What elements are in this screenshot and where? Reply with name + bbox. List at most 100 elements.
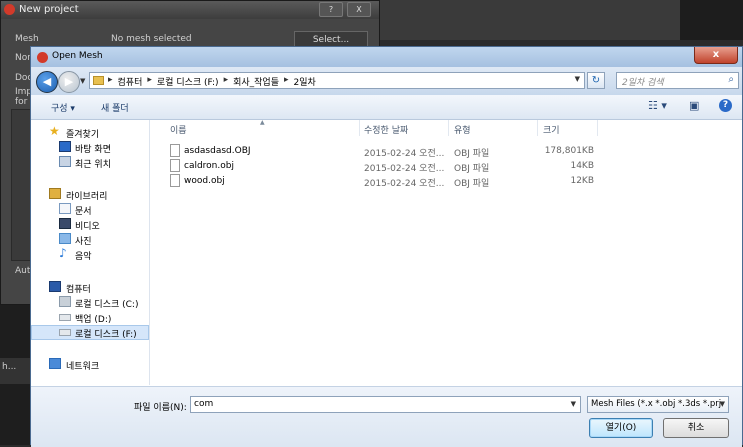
preview-pane-icon[interactable]: ▣ xyxy=(689,99,699,112)
open-mesh-dialog: Open Mesh x ◀ ▶ ▼ ▸ 컴퓨터 ▸ 로컬 디스크 (F:) ▸ … xyxy=(30,46,743,447)
nav-item-favorites[interactable]: ★ 즐겨찾기 xyxy=(31,124,149,140)
mesh-label: Mesh xyxy=(15,34,39,44)
breadcrumb-day2[interactable]: 2일차 xyxy=(294,75,316,88)
breadcrumb-computer[interactable]: 컴퓨터 xyxy=(118,75,143,88)
column-divider[interactable] xyxy=(359,120,360,136)
file-icon xyxy=(170,174,180,187)
column-divider[interactable] xyxy=(597,120,598,136)
column-header-type[interactable]: 유형 xyxy=(454,123,471,136)
file-name: wood.obj xyxy=(184,176,225,186)
view-options-icon[interactable]: ☷ ▾ xyxy=(648,99,667,112)
toolbar: 구성 ▾ 새 폴더 ☷ ▾ ▣ ? xyxy=(31,95,742,120)
organize-menu[interactable]: 구성 ▾ xyxy=(51,101,75,114)
file-row[interactable]: caldron.obj 2015-02-24 오전... OBJ 파일 14KB xyxy=(170,159,610,174)
nav-item-recent-places[interactable]: 최근 위치 xyxy=(31,155,149,170)
cancel-button[interactable]: 취소 xyxy=(663,418,729,438)
nav-label: 사진 xyxy=(75,237,92,247)
nav-label: 라이브러리 xyxy=(66,192,108,202)
nav-item-desktop[interactable]: 바탕 화면 xyxy=(31,140,149,155)
file-size: 12KB xyxy=(570,176,594,186)
nav-label: 즐겨찾기 xyxy=(66,130,100,140)
no-mesh-text: No mesh selected xyxy=(111,34,192,44)
nav-label: 바탕 화면 xyxy=(75,145,111,155)
new-folder-button[interactable]: 새 폴더 xyxy=(101,101,129,114)
forward-arrow-icon[interactable]: ▶ xyxy=(58,71,80,93)
help-button[interactable]: ? xyxy=(319,2,343,17)
nav-item-network[interactable]: 네트워크 xyxy=(31,357,149,372)
breadcrumb-separator[interactable]: ▸ xyxy=(147,75,152,88)
nav-label: 컴퓨터 xyxy=(66,285,91,295)
address-bar[interactable]: ▸ 컴퓨터 ▸ 로컬 디스크 (F:) ▸ 회사_작업들 ▸ 2일차 ▼ xyxy=(89,72,585,89)
breadcrumb-company-work[interactable]: 회사_작업들 xyxy=(233,75,279,88)
recent-pages-dropdown-icon[interactable]: ▼ xyxy=(80,77,85,85)
breadcrumb-separator[interactable]: ▸ xyxy=(284,75,289,88)
column-header-date[interactable]: 수정한 날짜 xyxy=(364,123,408,136)
file-type-filter-value: Mesh Files (*.x *.obj *.3ds *.prj xyxy=(591,399,722,409)
address-bar-row: ◀ ▶ ▼ ▸ 컴퓨터 ▸ 로컬 디스크 (F:) ▸ 회사_작업들 ▸ 2일차… xyxy=(31,67,742,95)
nav-item-documents[interactable]: 문서 xyxy=(31,202,149,217)
navigation-pane: ★ 즐겨찾기 바탕 화면 최근 위치 라이브러리 문서 비디오 사진 ♪ 음악 … xyxy=(31,120,150,385)
app-logo-icon xyxy=(4,4,15,15)
background-panel-top xyxy=(380,0,680,40)
pictures-icon xyxy=(59,233,71,244)
nav-item-videos[interactable]: 비디오 xyxy=(31,217,149,232)
nav-item-libraries[interactable]: 라이브러리 xyxy=(31,187,149,202)
file-date: 2015-02-24 오전... xyxy=(364,164,445,174)
breadcrumb-separator[interactable]: ▸ xyxy=(224,75,229,88)
column-divider[interactable] xyxy=(537,120,538,136)
file-row[interactable]: wood.obj 2015-02-24 오전... OBJ 파일 12KB xyxy=(170,174,610,189)
file-row[interactable]: asdasdasd.OBJ 2015-02-24 오전... OBJ 파일 17… xyxy=(170,144,610,159)
nav-label: 비디오 xyxy=(75,222,100,232)
network-icon xyxy=(49,358,61,369)
breadcrumb-separator[interactable]: ▸ xyxy=(108,75,113,88)
nav-label: 음악 xyxy=(75,252,92,262)
nav-label: 백업 (D:) xyxy=(75,315,112,325)
file-name-input[interactable]: com ▼ xyxy=(190,396,581,413)
chevron-down-icon[interactable]: ▼ xyxy=(571,400,576,408)
nav-item-pictures[interactable]: 사진 xyxy=(31,232,149,247)
file-type: OBJ 파일 xyxy=(454,179,490,189)
breadcrumb: ▸ 컴퓨터 ▸ 로컬 디스크 (F:) ▸ 회사_작업들 ▸ 2일차 xyxy=(108,75,321,88)
drive-c-icon xyxy=(59,296,71,307)
star-icon: ★ xyxy=(49,124,60,138)
file-name-area: 파일 이름(N): com ▼ Mesh Files (*.x *.obj *.… xyxy=(31,386,742,447)
nav-label: 로컬 디스크 (C:) xyxy=(75,300,139,310)
breadcrumb-drive-f[interactable]: 로컬 디스크 (F:) xyxy=(157,75,219,88)
close-button[interactable]: x xyxy=(694,47,738,64)
close-button[interactable]: X xyxy=(347,2,371,17)
background-panel-right xyxy=(680,0,743,40)
open-mesh-title: Open Mesh xyxy=(52,51,103,61)
open-button[interactable]: 열기(O) xyxy=(589,418,653,438)
file-name: asdasdasd.OBJ xyxy=(184,146,251,156)
video-icon xyxy=(59,218,71,229)
nav-item-drive-f[interactable]: 로컬 디스크 (F:) xyxy=(31,325,149,340)
music-icon: ♪ xyxy=(59,246,67,260)
nav-label: 문서 xyxy=(75,207,92,217)
nav-item-drive-c[interactable]: 로컬 디스크 (C:) xyxy=(31,295,149,310)
nav-item-music[interactable]: ♪ 음악 xyxy=(31,246,149,262)
nav-item-computer[interactable]: 컴퓨터 xyxy=(31,280,149,295)
new-project-titlebar[interactable]: New project ? X xyxy=(1,1,379,19)
file-icon xyxy=(170,144,180,157)
file-type-filter[interactable]: Mesh Files (*.x *.obj *.3ds *.prj ▼ xyxy=(587,396,729,413)
folder-icon xyxy=(93,76,104,85)
nav-label: 최근 위치 xyxy=(75,160,111,170)
column-divider[interactable] xyxy=(448,120,449,136)
refresh-button[interactable]: ↻ xyxy=(587,72,605,89)
help-icon[interactable]: ? xyxy=(719,99,732,112)
drive-f-icon xyxy=(59,329,71,336)
search-icon: ⌕ xyxy=(728,74,734,85)
nav-item-drive-d[interactable]: 백업 (D:) xyxy=(31,310,149,325)
file-name-value: com xyxy=(194,399,214,409)
drive-d-icon xyxy=(59,314,71,321)
file-size: 14KB xyxy=(570,161,594,171)
open-mesh-titlebar[interactable]: Open Mesh x xyxy=(31,47,742,67)
column-header-name[interactable]: 이름 xyxy=(170,123,187,136)
address-dropdown-icon[interactable]: ▼ xyxy=(575,75,580,83)
file-type: OBJ 파일 xyxy=(454,164,490,174)
back-arrow-icon[interactable]: ◀ xyxy=(36,71,58,93)
desktop-icon xyxy=(59,141,71,152)
auto-label: Aut xyxy=(15,266,31,276)
search-input[interactable]: 2일차 검색 ⌕ xyxy=(616,72,739,89)
column-header-size[interactable]: 크기 xyxy=(543,123,560,136)
